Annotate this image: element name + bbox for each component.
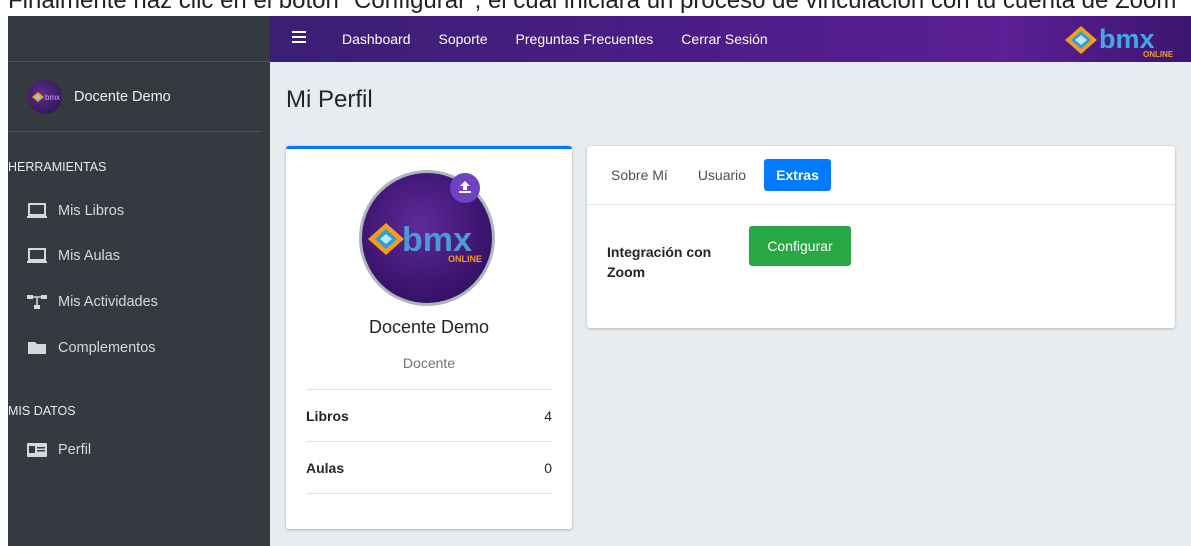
sidebar-item-label: Mis Aulas: [58, 248, 121, 264]
stat-row-libros: Libros 4: [306, 390, 552, 442]
laptop-icon: [26, 247, 48, 265]
stat-value: 0: [544, 459, 552, 476]
profile-stats: Libros 4 Aulas 0: [306, 389, 552, 494]
stat-row-aulas: Aulas 0: [306, 442, 552, 494]
sidebar-brand: [8, 16, 270, 62]
svg-text:bmx: bmx: [45, 93, 60, 102]
folder-icon: [26, 339, 48, 357]
sidebar-item-mis-aulas[interactable]: Mis Aulas: [8, 247, 120, 265]
profile-name: Docente Demo: [368, 317, 490, 337]
sidebar-item-label: Complementos: [58, 340, 156, 356]
hamburger-icon[interactable]: [292, 28, 306, 47]
configure-zoom-button[interactable]: Configurar: [749, 226, 851, 266]
sidebar-user-name: Docente Demo: [74, 88, 171, 105]
content-area: Mi Perfil bmx ONLINE Docente Demo Docent…: [270, 62, 1191, 546]
sitemap-icon: [26, 293, 48, 311]
laptop-icon: [26, 202, 48, 220]
nav-link-preguntas-frecuentes[interactable]: Preguntas Frecuentes: [516, 31, 654, 47]
top-navbar: Dashboard Soporte Preguntas Frecuentes C…: [270, 16, 1191, 62]
sidebar-item-label: Perfil: [58, 442, 92, 458]
profile-role: Docente: [402, 355, 456, 371]
user-avatar: bmx: [28, 79, 62, 114]
upload-icon: [458, 179, 472, 198]
nav-link-soporte[interactable]: Soporte: [439, 31, 488, 47]
stat-value: 4: [544, 407, 552, 424]
sidebar-item-mis-libros[interactable]: Mis Libros: [8, 202, 124, 220]
tab-sobre-mi[interactable]: Sobre Mí: [599, 159, 680, 191]
profile-card: bmx ONLINE Docente Demo Docente Libros 4…: [286, 146, 572, 529]
stat-label: Libros: [306, 407, 349, 424]
logo-subtext: ONLINE: [1143, 50, 1174, 59]
bmx-logo[interactable]: bmx ONLINE: [1061, 20, 1177, 60]
nav-link-dashboard[interactable]: Dashboard: [342, 31, 411, 47]
sidebar-user-panel[interactable]: bmx Docente Demo: [8, 62, 262, 132]
profile-tabs-card: Sobre Mí Usuario Extras Integración con …: [587, 146, 1175, 328]
page-title: Mi Perfil: [286, 86, 373, 113]
upload-photo-button[interactable]: [450, 173, 480, 203]
avatar-logo-subtext: ONLINE: [448, 254, 482, 264]
nav-header-herramientas: HERRAMIENTAS: [8, 160, 107, 174]
sidebar: bmx Docente Demo HERRAMIENTAS Mis Libros…: [8, 16, 270, 546]
top-nav-links: Dashboard Soporte Preguntas Frecuentes C…: [342, 16, 796, 62]
sidebar-item-label: Mis Actividades: [58, 294, 158, 310]
stat-label: Aulas: [306, 459, 345, 476]
sidebar-item-perfil[interactable]: Perfil: [8, 441, 91, 459]
tab-bar: Sobre Mí Usuario Extras: [587, 146, 1175, 205]
sidebar-item-label: Mis Libros: [58, 203, 125, 219]
sidebar-item-mis-actividades[interactable]: Mis Actividades: [8, 293, 158, 311]
nav-header-mis-datos: MIS DATOS: [8, 404, 76, 418]
nav-link-cerrar-sesion[interactable]: Cerrar Sesión: [681, 31, 767, 47]
instruction-caption: Finalmente haz clic en el botón "Configu…: [0, 0, 1191, 16]
tab-extras[interactable]: Extras: [764, 159, 831, 191]
tab-usuario[interactable]: Usuario: [686, 159, 758, 191]
caption-text: Finalmente haz clic en el botón "Configu…: [8, 0, 1177, 14]
id-card-icon: [26, 441, 48, 459]
sidebar-item-complementos[interactable]: Complementos: [8, 339, 156, 357]
zoom-integration-label: Integración con Zoom: [607, 244, 712, 280]
